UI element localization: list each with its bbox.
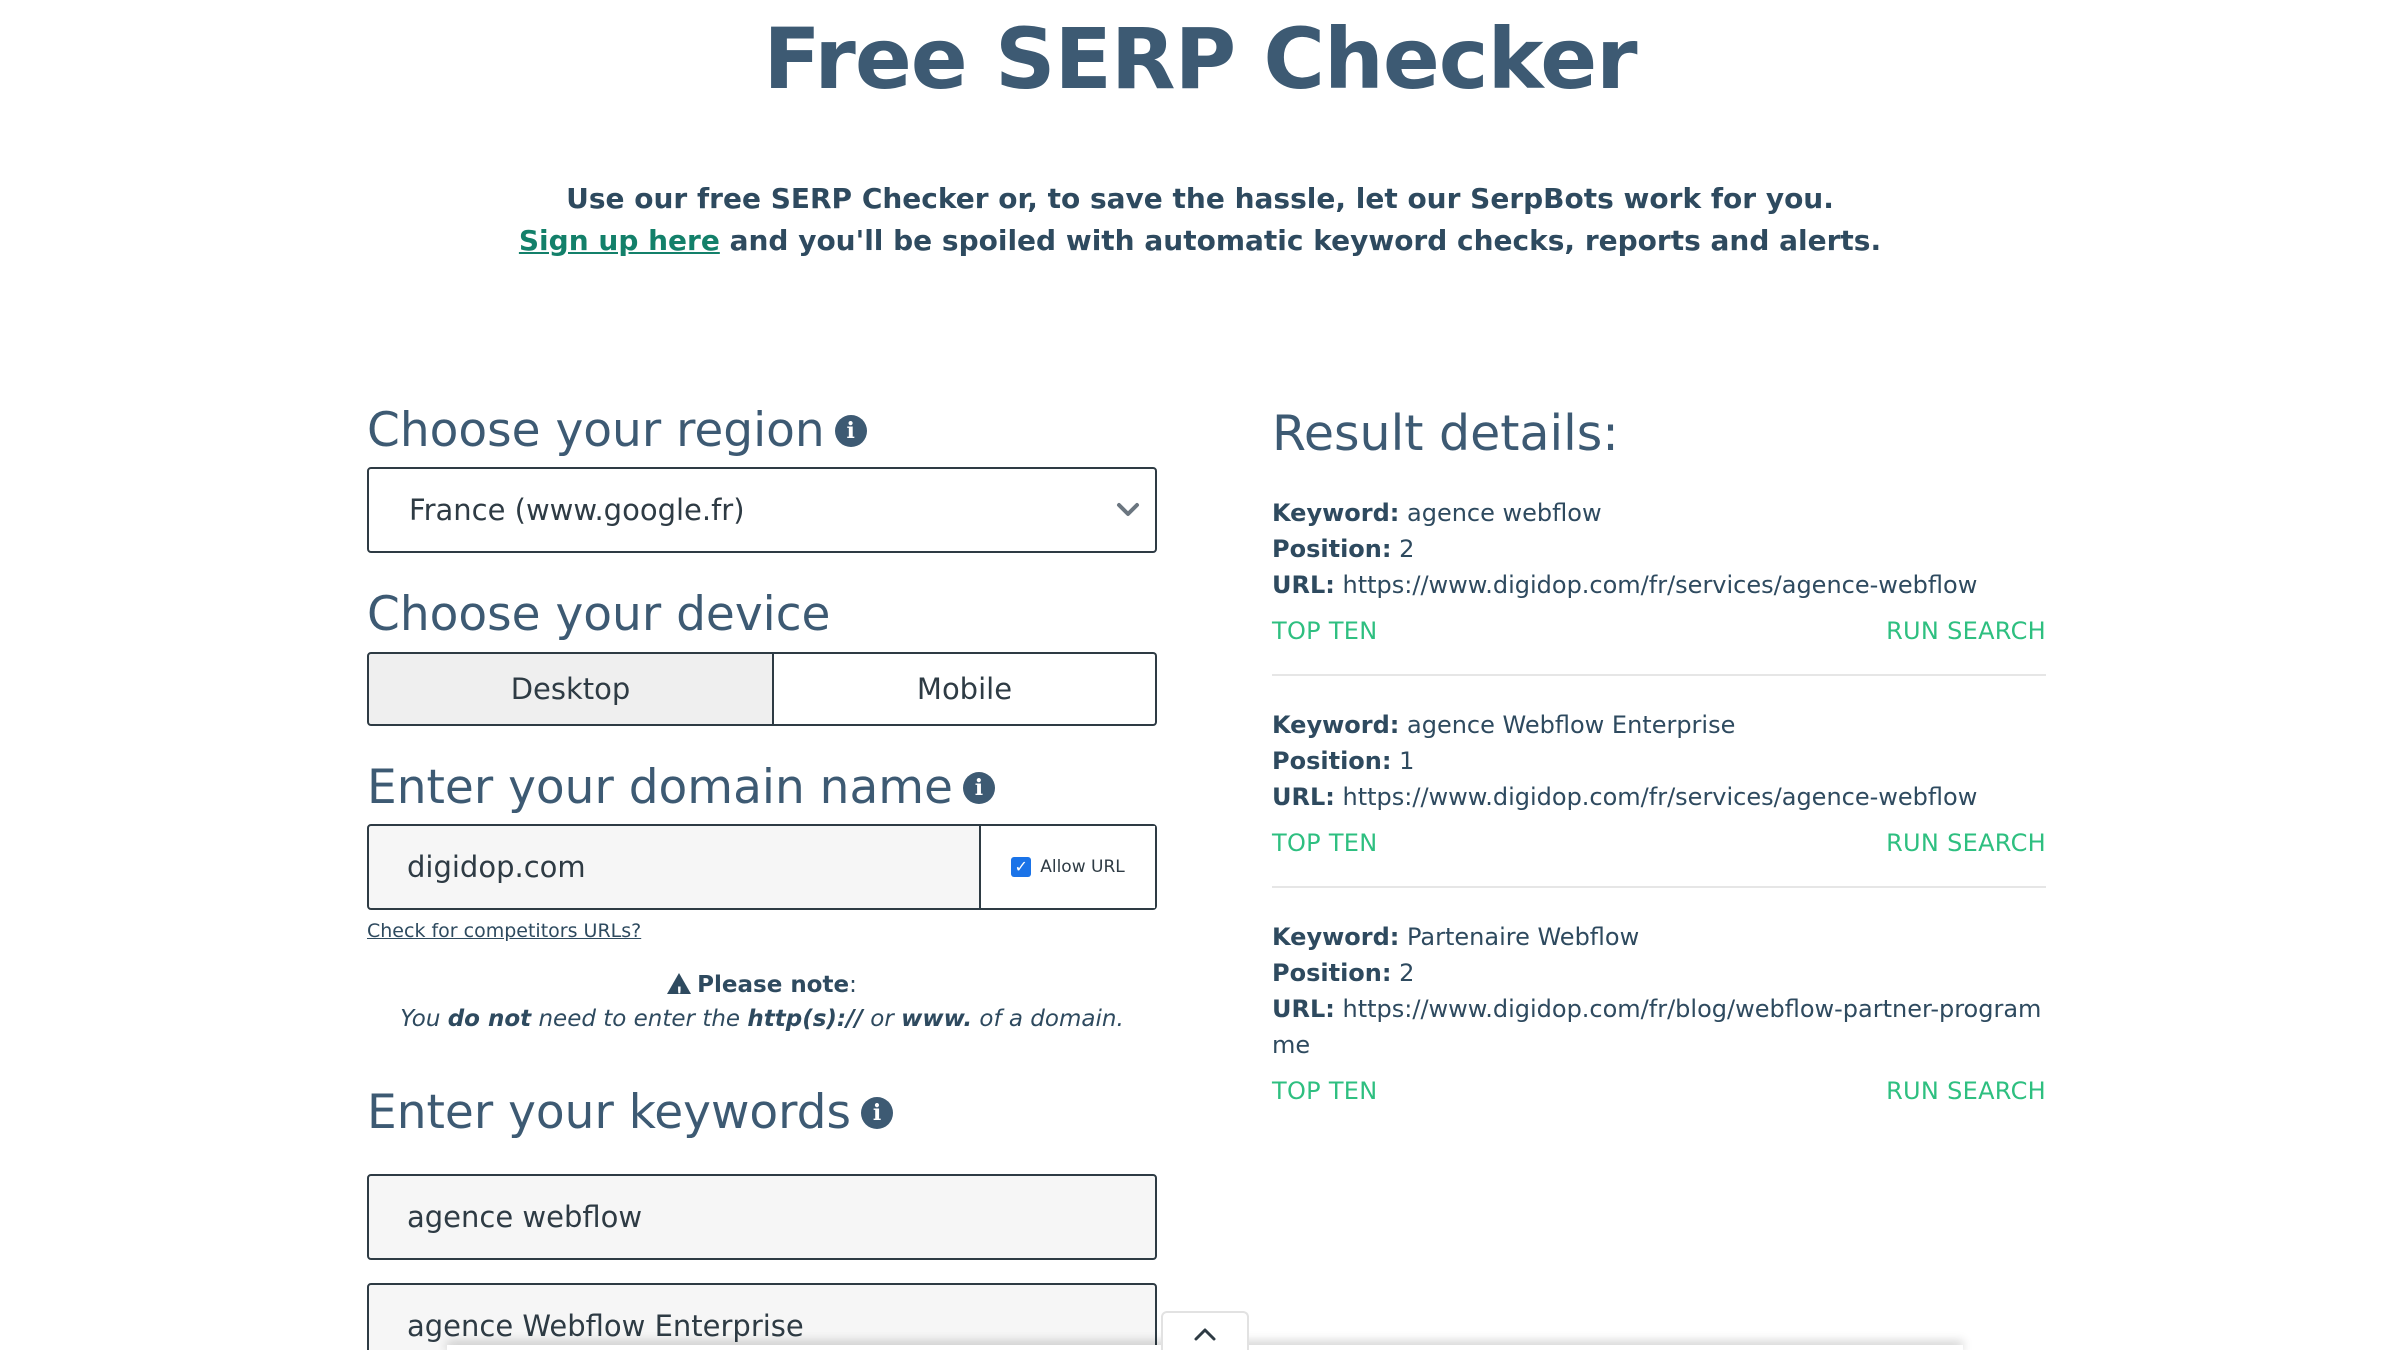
domain-heading: Enter your domain name i	[367, 760, 995, 815]
desktop-button[interactable]: Desktop	[367, 652, 774, 726]
note-text: need to enter the	[531, 1006, 748, 1032]
note-text: or	[862, 1006, 902, 1032]
result-item: Keyword: agence webflow Position: 2 URL:…	[1272, 495, 2046, 657]
sign-up-link[interactable]: Sign up here	[519, 224, 720, 257]
result-url: URL: https://www.digidop.com/fr/services…	[1272, 567, 2046, 603]
result-item: Keyword: agence Webflow Enterprise Posit…	[1272, 707, 2046, 869]
keywords-heading: Enter your keywords i	[367, 1085, 893, 1140]
note-body: You do not need to enter the http(s):// …	[367, 1002, 1157, 1036]
result-url: URL: https://www.digidop.com/fr/services…	[1272, 779, 2046, 815]
position-value: 2	[1399, 959, 1415, 987]
note-emphasis: http(s)://	[747, 1006, 863, 1032]
result-actions: TOP TEN RUN SEARCH	[1272, 1077, 2046, 1117]
warning-icon	[667, 973, 692, 1010]
keyword-value: agence Webflow Enterprise	[1407, 711, 1736, 739]
region-select[interactable]: France (www.google.fr)	[367, 467, 1157, 553]
result-keyword: Keyword: Partenaire Webflow	[1272, 919, 2046, 955]
allow-url-toggle[interactable]: ✓ Allow URL	[979, 826, 1155, 908]
result-position: Position: 2	[1272, 955, 2046, 991]
intro-line-2-text: and you'll be spoiled with automatic key…	[719, 224, 1882, 257]
region-select-value: France (www.google.fr)	[409, 493, 745, 527]
allow-url-label: Allow URL	[1040, 857, 1125, 877]
info-icon[interactable]: i	[861, 1096, 893, 1129]
keyword-input[interactable]: agence Webflow Enterprise	[367, 1283, 1157, 1350]
region-heading: Choose your region i	[367, 403, 867, 458]
keyword-value: Partenaire Webflow	[1407, 923, 1640, 951]
intro-line-1: Use our free SERP Checker or, to save th…	[566, 182, 1834, 215]
result-position: Position: 1	[1272, 743, 2046, 779]
note-colon: :	[849, 972, 857, 998]
note-emphasis: www.	[901, 1006, 973, 1032]
result-position: Position: 2	[1272, 531, 2046, 567]
run-search-button[interactable]: RUN SEARCH	[1886, 617, 2046, 645]
note-title-row: Please note:	[367, 968, 1157, 1010]
url-label: URL:	[1272, 995, 1335, 1023]
result-keyword: Keyword: agence webflow	[1272, 495, 2046, 531]
region-heading-text: Choose your region	[367, 403, 825, 458]
result-keyword: Keyword: agence Webflow Enterprise	[1272, 707, 2046, 743]
intro-line-2: Sign up here and you'll be spoiled with …	[0, 220, 2400, 262]
url-label: URL:	[1272, 783, 1335, 811]
position-value: 2	[1399, 535, 1415, 563]
keywords-heading-text: Enter your keywords	[367, 1085, 851, 1140]
keyword-value: agence webflow	[1407, 499, 1602, 527]
note-title: Please note	[697, 972, 850, 998]
result-divider	[1272, 886, 2046, 888]
result-actions: TOP TEN RUN SEARCH	[1272, 617, 2046, 657]
allow-url-checkbox[interactable]: ✓	[1011, 857, 1032, 877]
page-title: Free SERP Checker	[763, 10, 1637, 108]
note-emphasis: do not	[447, 1006, 532, 1032]
device-heading: Choose your device	[367, 587, 831, 642]
result-actions: TOP TEN RUN SEARCH	[1272, 829, 2046, 869]
chevron-down-icon	[1117, 503, 1139, 516]
results-heading: Result details:	[1272, 405, 1619, 462]
domain-heading-text: Enter your domain name	[367, 760, 953, 815]
result-url-continued: me	[1272, 1031, 1311, 1059]
top-ten-button[interactable]: TOP TEN	[1272, 617, 1378, 645]
result-item: Keyword: Partenaire Webflow Position: 2 …	[1272, 919, 2046, 1117]
position-label: Position:	[1272, 959, 1392, 987]
check-competitors-link[interactable]: Check for competitors URLs?	[367, 920, 641, 942]
top-ten-button[interactable]: TOP TEN	[1272, 829, 1378, 857]
result-url: URL: https://www.digidop.com/fr/blog/web…	[1272, 991, 2046, 1027]
position-label: Position:	[1272, 747, 1392, 775]
position-value: 1	[1399, 747, 1415, 775]
domain-field-group: ✓ Allow URL	[367, 824, 1157, 910]
mobile-button[interactable]: Mobile	[774, 652, 1157, 726]
intro-text: Use our free SERP Checker or, to save th…	[0, 178, 2400, 262]
note-text: of a domain.	[972, 1006, 1124, 1032]
url-value: https://www.digidop.com/fr/blog/webflow-…	[1342, 995, 2042, 1023]
device-toggle: Desktop Mobile	[367, 652, 1157, 726]
note-text: You	[400, 1006, 448, 1032]
url-label: URL:	[1272, 571, 1335, 599]
result-divider	[1272, 674, 2046, 676]
run-search-button[interactable]: RUN SEARCH	[1886, 829, 2046, 857]
scroll-to-top-button[interactable]	[1161, 1311, 1249, 1350]
run-search-button[interactable]: RUN SEARCH	[1886, 1077, 2046, 1105]
position-label: Position:	[1272, 535, 1392, 563]
top-ten-button[interactable]: TOP TEN	[1272, 1077, 1378, 1105]
info-icon[interactable]: i	[962, 771, 995, 804]
keyword-label: Keyword:	[1272, 923, 1400, 951]
keyword-label: Keyword:	[1272, 499, 1400, 527]
info-icon[interactable]: i	[834, 414, 867, 447]
chevron-up-icon	[1194, 1328, 1216, 1341]
domain-input[interactable]	[369, 826, 979, 908]
domain-note: Please note: You do not need to enter th…	[367, 968, 1157, 1036]
url-value: https://www.digidop.com/fr/services/agen…	[1342, 571, 1978, 599]
keyword-input[interactable]: agence webflow	[367, 1174, 1157, 1260]
url-value: https://www.digidop.com/fr/services/agen…	[1342, 783, 1978, 811]
keyword-label: Keyword:	[1272, 711, 1400, 739]
